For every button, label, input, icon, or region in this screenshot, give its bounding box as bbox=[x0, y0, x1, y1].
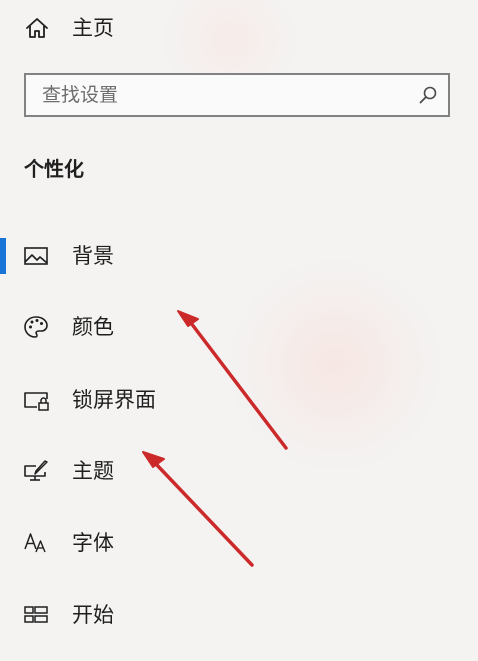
nav-item-colors[interactable]: 颜色 bbox=[0, 301, 300, 355]
lock-screen-icon bbox=[23, 388, 49, 412]
nav-item-fonts[interactable]: 字体 bbox=[0, 517, 300, 571]
nav-item-themes[interactable]: 主题 bbox=[0, 445, 300, 499]
theme-brush-icon bbox=[23, 459, 49, 483]
nav-item-label: 背景 bbox=[72, 244, 114, 268]
search-input[interactable] bbox=[26, 75, 422, 115]
search-box[interactable] bbox=[24, 73, 450, 117]
nav-item-label: 开始 bbox=[72, 603, 114, 627]
nav-item-start[interactable]: 开始 bbox=[0, 589, 300, 643]
section-title: 个性化 bbox=[24, 157, 84, 181]
nav-item-lock-screen[interactable]: 锁屏界面 bbox=[0, 374, 300, 428]
home-icon bbox=[24, 16, 50, 40]
home-label: 主页 bbox=[72, 16, 114, 40]
palette-icon bbox=[23, 315, 49, 339]
picture-icon bbox=[23, 244, 49, 268]
nav-item-label: 主题 bbox=[72, 459, 114, 483]
home-nav-item[interactable]: 主页 bbox=[0, 4, 300, 50]
selection-indicator bbox=[0, 238, 6, 274]
nav-item-label: 颜色 bbox=[72, 315, 114, 339]
nav-item-label: 字体 bbox=[72, 531, 114, 555]
font-icon bbox=[23, 531, 49, 555]
nav-item-label: 锁屏界面 bbox=[72, 388, 156, 412]
search-icon[interactable] bbox=[418, 85, 438, 105]
nav-item-background[interactable]: 背景 bbox=[0, 230, 300, 284]
start-tiles-icon bbox=[23, 603, 49, 627]
